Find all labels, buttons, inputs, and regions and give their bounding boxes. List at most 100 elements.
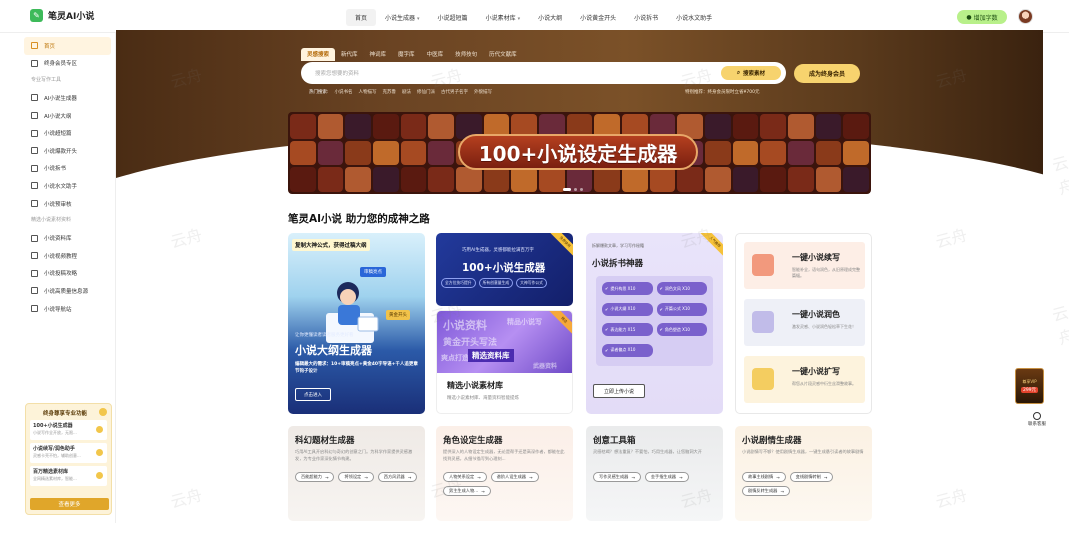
generator-pill[interactable]: 人物关系设定 → — [443, 472, 487, 482]
generator-pill-label: 写作灵感生成器 — [599, 474, 629, 479]
hot-term[interactable]: 外貌描写 — [474, 89, 492, 95]
search-tab[interactable]: 神词库 — [364, 48, 393, 61]
sidebar-item[interactable]: 小说预审核 — [20, 195, 115, 213]
carousel-dots[interactable] — [563, 188, 583, 191]
hot-term[interactable]: 剧法 — [402, 89, 411, 95]
generator-pill[interactable]: 谱阶人设生成器 → — [490, 472, 539, 482]
generator-pill[interactable]: 写作灵感生成器 → — [593, 472, 641, 482]
banner-tile — [455, 167, 482, 192]
generator-card[interactable]: 科幻题材生成器 巧用AI工具开启科幻与奇幻的创意之门。为科学作家提供灵感激发，为专… — [288, 426, 425, 521]
carousel-dot[interactable] — [563, 188, 571, 191]
sidebar-item[interactable]: 终身会员专区 — [20, 55, 115, 73]
sidebar-item[interactable]: 小说投稿攻略 — [20, 265, 115, 283]
generator-pill[interactable]: 将领设定 → — [338, 472, 374, 482]
hot-term[interactable]: 人物描写 — [359, 89, 377, 95]
sidebar-item[interactable]: AI小说大纲 — [20, 107, 115, 125]
promo-more-button[interactable]: 查看更多 — [30, 498, 109, 510]
search-tab[interactable]: 灵感搜索 — [301, 48, 336, 61]
headset-icon — [1033, 412, 1041, 420]
carousel-dot[interactable] — [580, 188, 583, 191]
customer-service-button[interactable]: 联系客服 — [1028, 412, 1046, 442]
banner[interactable]: 100+小说设定生成器 — [288, 112, 871, 194]
sidebar-item[interactable]: 小说水文助手 — [20, 177, 115, 195]
watermark: 云舟 — [168, 485, 205, 512]
generator-card[interactable]: 角色设定生成器 提供深入的人物设定生成器，无论是帮手还是高深作者，都能在此找到灵感… — [436, 426, 573, 521]
sidebar-item[interactable]: 小说高质量信息源 — [20, 282, 115, 300]
sidebar-item[interactable]: 小说资料库 — [20, 229, 115, 247]
generator-100-card[interactable]: 免费使用 巧用AI生成器，灵感都能拉满百万字 100+小说生成器 全方位技巧提升… — [436, 233, 573, 306]
sidebar-item[interactable]: 小说拆书 — [20, 160, 115, 178]
generator-pill[interactable]: 西方风武器 → — [377, 472, 418, 482]
sidebar-item-label: 小说资料库 — [44, 236, 72, 243]
quick-tool-item[interactable]: 一键小说续写 智能补全，语句润色，从旧原理成完整篇幅。 — [744, 242, 865, 289]
hot-term[interactable]: 古代男子名字 — [441, 89, 468, 95]
generator-pill[interactable]: 金手指生成器 → — [644, 472, 689, 482]
quick-tool-item[interactable]: 一键小说扩写 帮您从片段灵感中衍生丝滑整故事。 — [744, 356, 865, 403]
nav-item-4[interactable]: 小说大纲 — [529, 9, 571, 26]
banner-tile — [704, 140, 731, 166]
generator-pill[interactable]: 故事主线剧情 → — [742, 472, 786, 482]
hot-term[interactable]: 克苏鲁 — [383, 89, 397, 95]
skill-chip: ✔ 角色塑造 X10 — [656, 323, 707, 336]
banner-tile — [290, 114, 316, 139]
search-box[interactable]: 搜索您想要的资料 ⌕ 搜索素材 — [301, 62, 786, 84]
nav-item-7[interactable]: 小说水文助手 — [667, 9, 721, 26]
nav-item-5[interactable]: 小说黄金开头 — [571, 9, 625, 26]
watermark: 云舟 — [168, 225, 205, 252]
generator-pill[interactable]: 百能超能力 → — [295, 472, 335, 482]
search-tab[interactable]: 技师技句 — [449, 48, 483, 61]
nav-item-0[interactable]: 首页 — [346, 9, 377, 26]
sidebar-item[interactable]: 首页 — [24, 37, 111, 55]
sidebar-item-label: 小说爆款开头 — [44, 148, 78, 155]
nav-item-6[interactable]: 小说拆书 — [625, 9, 667, 26]
generator-card[interactable]: 小说剧情生成器 小说剧情写不够？使用剧情生成器，一键生成悬引读者的故事剧情 故事主线… — [735, 426, 872, 521]
hot-term[interactable]: 修仙门派 — [417, 89, 435, 95]
sidebar-item[interactable]: 小说超短篇 — [20, 124, 115, 142]
quick-tool-item[interactable]: 一键小说润色 激发灵感、小说润色轻松草下生花！ — [744, 299, 865, 346]
avatar[interactable] — [1018, 9, 1033, 24]
banner-tile — [704, 167, 731, 192]
search-button[interactable]: ⌕ 搜索素材 — [721, 66, 781, 80]
generator-card[interactable]: 创意工具箱 灵感枯竭？想法重复？不要怕，巧用生成器，让您脑洞大开 写作灵感生成器 → 金… — [586, 426, 723, 521]
sidebar-item[interactable]: 小说视频教程 — [20, 247, 115, 265]
watermark: 云舟 — [1050, 302, 1069, 349]
search-tab[interactable]: 中医库 — [421, 48, 450, 61]
generator-pill[interactable]: 变线剧情转制 → — [789, 472, 834, 482]
check-icon: ✔ — [605, 306, 609, 312]
logo[interactable]: ✎ 笔灵AI小说 — [30, 9, 94, 22]
enter-button[interactable]: 点击进入 — [295, 388, 331, 401]
search-tab[interactable]: 历代文献库 — [483, 48, 523, 61]
split-book-card[interactable]: 人气推荐 拆解爆款文章，学习写作秘籍 小说拆书神器 ✔ 提升构思 X10 ✔ 润色文风… — [586, 233, 723, 414]
search-input[interactable]: 搜索您想要的资料 — [315, 69, 359, 77]
material-library-card[interactable]: 小说资料 精品小说写 黄金开头写法 爽点打造 武器资料 精选资料库 精选 精选小… — [436, 310, 573, 414]
carousel-dot[interactable] — [574, 188, 577, 191]
nav-item-3[interactable]: 小说素材库 ▾ — [477, 9, 530, 26]
upload-novel-button[interactable]: 立即上传小说 — [593, 384, 645, 398]
hot-term[interactable]: 小说书名 — [335, 89, 353, 95]
skill-chip-label: 角色塑造 X10 — [664, 326, 690, 332]
search-tab[interactable]: 魔字库 — [392, 48, 421, 61]
skill-chip: ✔ 读者偏点 X10 — [602, 343, 653, 357]
generator-pill[interactable]: 剧情反转生成器 → — [742, 486, 790, 496]
search-tab[interactable]: 新代库 — [335, 48, 364, 61]
top-nav: ✎ 笔灵AI小说 首页 小说生成器 ▾ 小说超短篇 小说素材库 ▾ 小说大纲 小说黄金开头 小说… — [0, 0, 1069, 33]
nav-item-1[interactable]: 小说生成器 ▾ — [376, 9, 429, 26]
recommend-text[interactable]: 特别推荐：终身会员限时立省¥700元 — [685, 89, 759, 95]
card-title: 100+小说生成器 — [462, 262, 546, 274]
sidebar-item[interactable]: AI小说生成器 — [20, 89, 115, 107]
banner-tile — [400, 140, 427, 166]
nav-item-2[interactable]: 小说超短篇 — [429, 9, 477, 26]
outline-generator-card[interactable]: 复制大神公式，获得过稿大纲 审稿亮点 黄金开头 让你更懂读者读者服务更好看 小说… — [288, 233, 425, 414]
sidebar-item[interactable]: 小说导航站 — [20, 300, 115, 318]
card-subtitle: 让你更懂读者读者服务更好看 — [295, 333, 354, 338]
become-member-button[interactable]: 成为终身会员 — [794, 64, 860, 83]
banner-tile — [372, 167, 399, 192]
banner-tile — [594, 167, 620, 192]
book-icon — [31, 287, 38, 295]
sidebar-item[interactable]: 小说爆款开头 — [20, 142, 115, 160]
add-words-button[interactable]: ● 增加字数 — [957, 10, 1007, 24]
banner-tile — [787, 114, 814, 139]
generator-pill[interactable]: 男主生成人物... → — [443, 486, 491, 496]
vip-float[interactable]: 尊享VIP 299元 — [1015, 368, 1044, 404]
nav-item-label: 小说超短篇 — [437, 15, 468, 22]
